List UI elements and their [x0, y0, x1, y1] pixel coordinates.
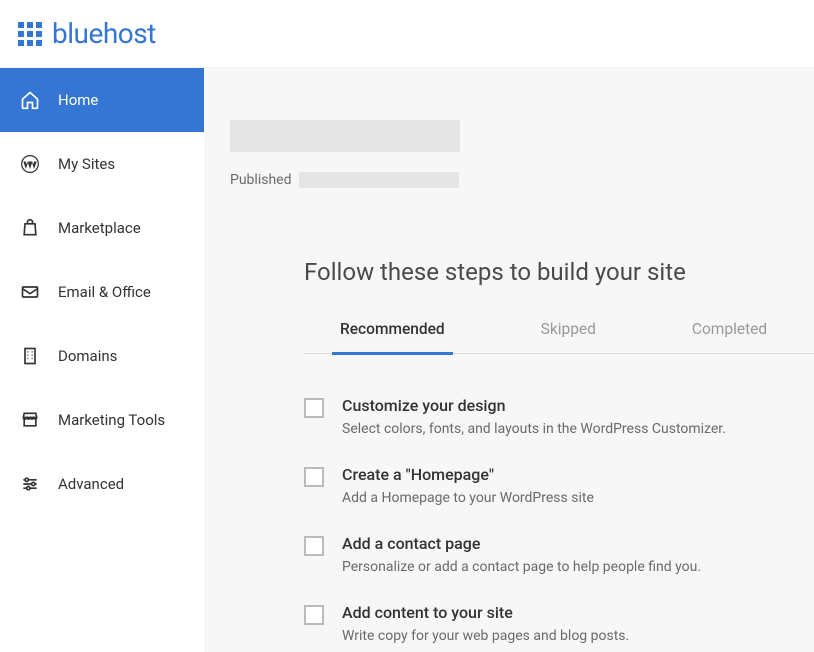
sidebar-item-label: Home: [58, 91, 98, 109]
site-info-block: Published: [204, 120, 814, 188]
tab-recommended[interactable]: Recommended: [332, 310, 453, 355]
apps-grid-icon: [18, 22, 42, 46]
task-description: Select colors, fonts, and layouts in the…: [342, 421, 726, 437]
home-icon: [20, 90, 40, 110]
steps-heading: Follow these steps to build your site: [304, 258, 814, 286]
sidebar: Home My Sites Marketplace Email & Office: [0, 68, 204, 652]
task-checkbox[interactable]: [304, 605, 324, 625]
onboarding-steps: Follow these steps to build your site Re…: [304, 258, 814, 652]
task-checkbox[interactable]: [304, 536, 324, 556]
task-title[interactable]: Customize your design: [342, 396, 726, 415]
task-item: Add content to your site Write copy for …: [304, 589, 814, 652]
task-description: Write copy for your web pages and blog p…: [342, 628, 629, 644]
task-title[interactable]: Add content to your site: [342, 603, 629, 622]
sidebar-item-label: Marketplace: [58, 219, 141, 237]
task-description: Personalize or add a contact page to hel…: [342, 559, 701, 575]
sidebar-item-domains[interactable]: Domains: [0, 324, 204, 388]
tab-skipped[interactable]: Skipped: [533, 310, 604, 355]
brand-name: bluehost: [52, 17, 156, 50]
sidebar-item-email-office[interactable]: Email & Office: [0, 260, 204, 324]
task-list: Customize your design Select colors, fon…: [304, 354, 814, 652]
publish-date-placeholder: [299, 172, 459, 188]
mail-icon: [20, 282, 40, 302]
task-item: Create a "Homepage" Add a Homepage to yo…: [304, 451, 814, 520]
wordpress-icon: [20, 154, 40, 174]
sidebar-item-label: Domains: [58, 347, 117, 365]
task-checkbox[interactable]: [304, 467, 324, 487]
bag-icon: [20, 218, 40, 238]
sidebar-item-label: Advanced: [58, 475, 124, 493]
header: bluehost: [0, 0, 814, 68]
task-checkbox[interactable]: [304, 398, 324, 418]
task-title[interactable]: Create a "Homepage": [342, 465, 594, 484]
sidebar-item-label: Marketing Tools: [58, 411, 165, 429]
publish-status-row: Published: [230, 172, 814, 188]
task-description: Add a Homepage to your WordPress site: [342, 490, 594, 506]
sidebar-item-my-sites[interactable]: My Sites: [0, 132, 204, 196]
main-content: Published Follow these steps to build yo…: [204, 68, 814, 652]
site-title-placeholder: [230, 120, 460, 152]
sidebar-item-label: My Sites: [58, 155, 115, 173]
sliders-icon: [20, 474, 40, 494]
task-item: Customize your design Select colors, fon…: [304, 382, 814, 451]
brand-logo[interactable]: bluehost: [18, 17, 156, 50]
steps-tabs: Recommended Skipped Completed: [304, 310, 814, 354]
task-item: Add a contact page Personalize or add a …: [304, 520, 814, 589]
tab-completed[interactable]: Completed: [684, 310, 775, 355]
sidebar-item-marketing-tools[interactable]: Marketing Tools: [0, 388, 204, 452]
task-title[interactable]: Add a contact page: [342, 534, 701, 553]
storefront-icon: [20, 410, 40, 430]
sidebar-item-label: Email & Office: [58, 283, 151, 301]
publish-status-label: Published: [230, 172, 291, 188]
sidebar-item-home[interactable]: Home: [0, 68, 204, 132]
sidebar-item-marketplace[interactable]: Marketplace: [0, 196, 204, 260]
building-icon: [20, 346, 40, 366]
sidebar-item-advanced[interactable]: Advanced: [0, 452, 204, 516]
